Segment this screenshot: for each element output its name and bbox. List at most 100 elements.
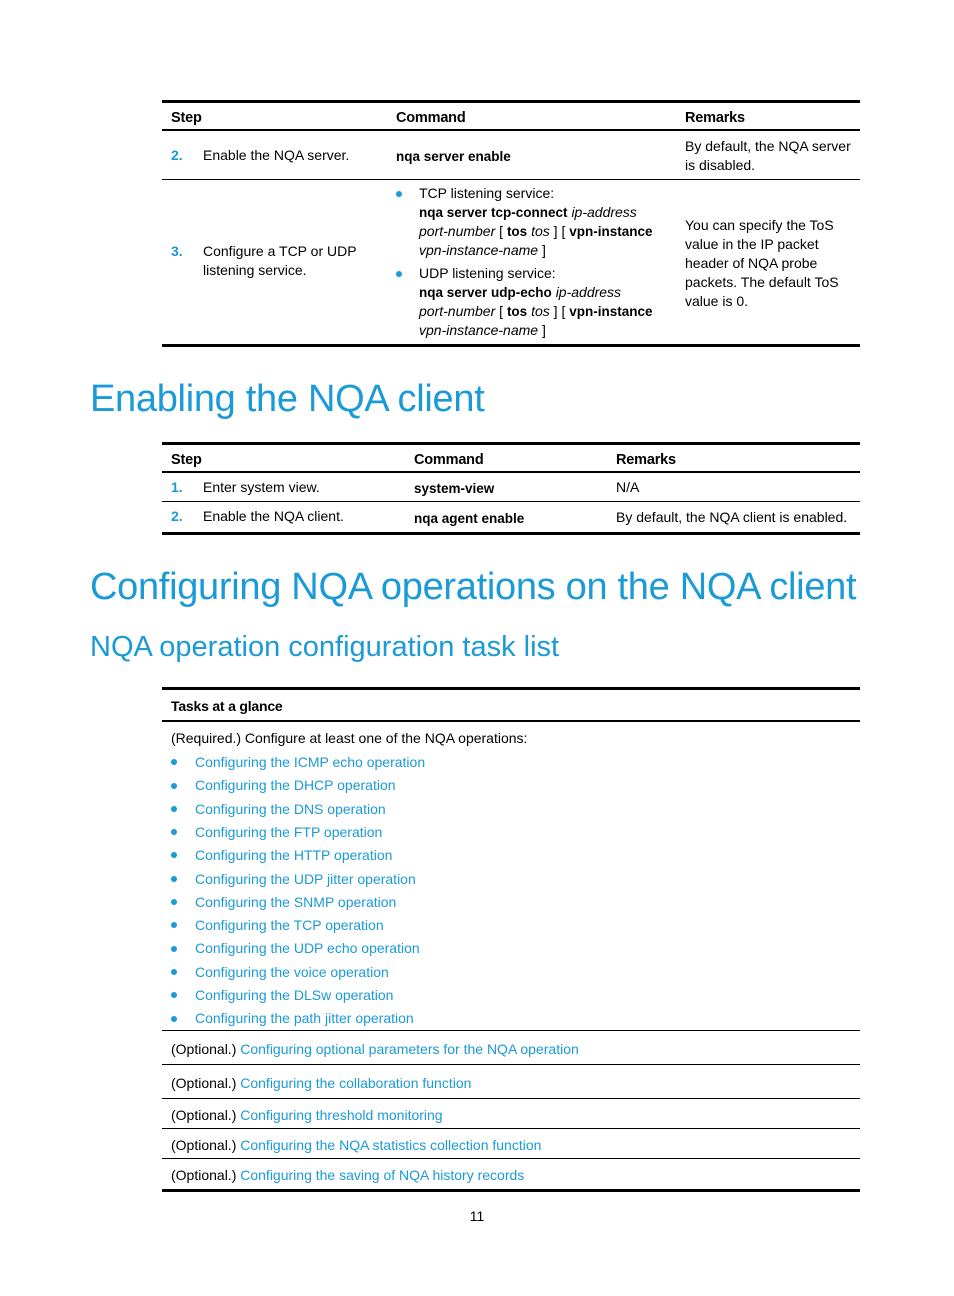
list-item: Configuring the DLSw operation: [171, 986, 393, 1005]
task-link[interactable]: Configuring the DHCP operation: [195, 777, 396, 793]
table-top-rule: [162, 100, 860, 103]
tcp-command: nqa server tcp-connect: [419, 205, 568, 220]
task-link[interactable]: Configuring the SNMP operation: [195, 894, 396, 910]
table-bottom-rule: [162, 532, 860, 535]
tcp-command-line3: vpn-instance-name ]: [419, 241, 666, 260]
udp-command-line2: port-number [ tos tos ] [ vpn-instance: [419, 302, 666, 321]
bullet-icon: [171, 968, 177, 975]
step-text: Enter system view.: [203, 479, 320, 495]
task-link[interactable]: Configuring the UDP jitter operation: [195, 871, 416, 887]
step-number: 3.: [171, 243, 183, 259]
row-divider: [162, 501, 860, 502]
udp-arg-ip: ip-address: [555, 284, 622, 300]
header-rule: [162, 720, 860, 722]
remarks-text: You can specify the ToS value in the IP …: [685, 216, 839, 311]
optional-task-row: (Optional.) Configuring the saving of NQ…: [171, 1167, 524, 1183]
tcp-vpn-keyword: vpn-instance: [569, 224, 653, 239]
optional-task-row: (Optional.) Configuring threshold monito…: [171, 1107, 443, 1123]
task-link[interactable]: Configuring the TCP operation: [195, 917, 384, 933]
row-divider: [162, 1158, 860, 1159]
header-rule: [162, 129, 860, 131]
step-number: 1.: [171, 479, 183, 495]
optional-prefix: (Optional.): [171, 1167, 237, 1183]
step-line: listening service.: [203, 262, 307, 278]
row-divider: [162, 1128, 860, 1129]
client-enable-table: Step Command Remarks 1. Enter system vie…: [162, 442, 860, 536]
task-link[interactable]: Configuring threshold monitoring: [240, 1107, 442, 1123]
header-rule: [162, 471, 860, 473]
optional-prefix: (Optional.): [171, 1107, 237, 1123]
header-step: Step: [171, 452, 202, 468]
tcp-tos-keyword: tos: [506, 224, 528, 239]
step-text: Enable the NQA server.: [203, 147, 350, 163]
udp-command-line3: vpn-instance-name ]: [419, 321, 666, 340]
bracket: ]: [541, 242, 546, 258]
udp-command-line1: nqa server udp-echo ip-address: [419, 283, 666, 302]
task-link[interactable]: Configuring the voice operation: [195, 964, 389, 980]
udp-label: UDP listening service:: [419, 265, 556, 281]
tcp-command-line2: port-number [ tos tos ] [ vpn-instance: [419, 222, 666, 241]
list-item: Configuring the path jitter operation: [171, 1009, 414, 1028]
remarks-line: packets. The default ToS: [685, 274, 839, 290]
bullet-icon: [171, 805, 177, 812]
remarks-text: By default, the NQA server is disabled.: [685, 137, 851, 175]
list-item: Configuring the DNS operation: [171, 800, 386, 819]
task-link[interactable]: Configuring the saving of NQA history re…: [240, 1167, 524, 1183]
task-link[interactable]: Configuring the DLSw operation: [195, 987, 393, 1003]
step-number: 2.: [171, 147, 183, 163]
remarks-line: value is 0.: [685, 293, 749, 309]
tasks-header: Tasks at a glance: [171, 698, 283, 714]
remarks-text: N/A: [616, 479, 640, 495]
task-link[interactable]: Configuring the HTTP operation: [195, 847, 392, 863]
server-config-table: Step Command Remarks 2. Enable the NQA s…: [162, 100, 860, 348]
bracket: [: [561, 223, 566, 239]
task-link[interactable]: Configuring the DNS operation: [195, 801, 386, 817]
optional-task-row: (Optional.) Configuring optional paramet…: [171, 1041, 579, 1057]
list-item: Configuring the FTP operation: [171, 823, 382, 842]
optional-task-row: (Optional.) Configuring the collaboratio…: [171, 1075, 471, 1091]
optional-prefix: (Optional.): [171, 1075, 237, 1091]
bracket: ]: [553, 223, 558, 239]
task-link[interactable]: Configuring the path jitter operation: [195, 1010, 414, 1026]
tcp-arg-port: port-number: [419, 223, 496, 239]
remarks-line: header of NQA probe: [685, 255, 818, 271]
task-link[interactable]: Configuring optional parameters for the …: [240, 1041, 579, 1057]
bullet-icon: [171, 992, 177, 999]
bracket: ]: [541, 322, 546, 338]
tcp-tos-arg: tos: [531, 223, 550, 239]
header-command: Command: [396, 110, 466, 126]
page-number: 11: [469, 1208, 485, 1224]
table-top-rule: [162, 687, 860, 690]
udp-vpn-arg: vpn-instance-name: [419, 322, 539, 338]
list-item: Configuring the TCP operation: [171, 916, 384, 935]
command-text: nqa agent enable: [414, 511, 525, 526]
step-text: Enable the NQA client.: [203, 508, 344, 524]
remarks-line: You can specify the ToS: [685, 217, 834, 233]
command-text: nqa server enable: [396, 149, 511, 164]
remarks-line: value in the IP packet: [685, 236, 819, 252]
bullet-icon: [171, 945, 177, 952]
task-link[interactable]: Configuring the FTP operation: [195, 824, 382, 840]
udp-vpn-keyword: vpn-instance: [569, 304, 653, 319]
udp-arg-port: port-number: [419, 303, 496, 319]
bullet-icon: [171, 759, 177, 766]
required-intro: (Required.) Configure at least one of th…: [171, 730, 528, 746]
bullet-icon: [171, 782, 177, 789]
optional-prefix: (Optional.): [171, 1137, 237, 1153]
row-divider: [162, 1064, 860, 1065]
task-link[interactable]: Configuring the ICMP echo operation: [195, 754, 425, 770]
udp-tos-arg: tos: [531, 303, 550, 319]
udp-listening-item: UDP listening service: nqa server udp-ec…: [396, 264, 666, 340]
bracket: [: [499, 223, 504, 239]
bullet-icon: [171, 1015, 177, 1022]
task-link[interactable]: Configuring the NQA statistics collectio…: [240, 1137, 541, 1153]
remarks-line: is disabled.: [685, 157, 756, 173]
remarks-line: By default, the NQA server: [685, 138, 851, 154]
task-link[interactable]: Configuring the UDP echo operation: [195, 940, 420, 956]
command-text: system-view: [414, 481, 495, 496]
list-item: Configuring the UDP jitter operation: [171, 870, 416, 889]
tcp-command-line1: nqa server tcp-connect ip-address: [419, 203, 666, 222]
bullet-icon: [171, 852, 177, 859]
section-heading-configuring-operations: Configuring NQA operations on the NQA cl…: [90, 566, 857, 608]
task-link[interactable]: Configuring the collaboration function: [240, 1075, 471, 1091]
